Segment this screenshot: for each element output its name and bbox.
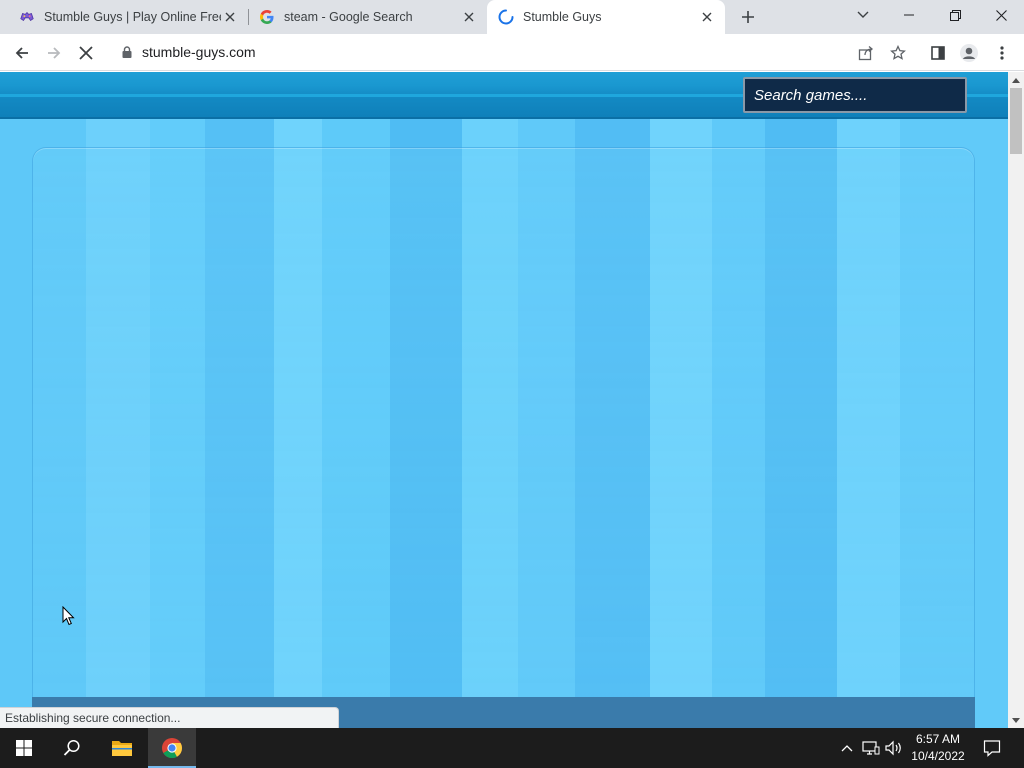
search-games-input[interactable] <box>754 79 965 111</box>
chrome-icon <box>162 738 183 759</box>
address-url[interactable]: stumble-guys.com <box>142 44 256 60</box>
stumble-guys-favicon-icon <box>19 9 35 25</box>
game-frame[interactable] <box>32 147 975 707</box>
chrome-menu-button[interactable] <box>988 39 1016 67</box>
browser-toolbar: stumble-guys.com <box>0 34 1024 71</box>
clock-time: 6:57 AM <box>915 732 961 746</box>
mouse-cursor-icon <box>62 605 76 626</box>
share-button[interactable] <box>852 39 880 67</box>
taskbar-search-button[interactable] <box>48 728 96 768</box>
bookmark-button[interactable] <box>884 39 912 67</box>
tab-title: Stumble Guys <box>523 10 602 24</box>
page-viewport <box>0 72 1008 728</box>
network-icon[interactable] <box>861 738 881 758</box>
back-arrow-icon <box>15 47 28 59</box>
minimize-button[interactable] <box>886 0 932 30</box>
back-button[interactable] <box>8 39 36 67</box>
search-icon <box>63 739 80 756</box>
loading-spinner-icon <box>498 9 514 25</box>
tab-title: steam - Google Search <box>284 10 413 24</box>
scroll-up-arrow-icon[interactable] <box>1008 72 1024 88</box>
stop-icon <box>79 46 93 60</box>
chevron-up-icon <box>841 745 853 752</box>
address-bar[interactable]: stumble-guys.com <box>108 37 918 67</box>
folder-icon <box>112 741 132 756</box>
side-panel-button[interactable] <box>924 39 952 67</box>
stop-loading-button[interactable] <box>72 39 100 67</box>
new-tab-button[interactable] <box>736 5 760 29</box>
volume-icon[interactable] <box>884 738 904 758</box>
tab-search-button[interactable] <box>840 0 886 30</box>
profile-button[interactable] <box>955 39 983 67</box>
status-bubble: Establishing secure connection... <box>0 707 339 728</box>
tab-stumble-guys-active[interactable]: Stumble Guys <box>487 0 725 34</box>
star-icon <box>890 45 906 60</box>
taskbar-clock[interactable]: 6:57 AM 10/4/2022 <box>905 730 971 766</box>
chevron-down-icon <box>857 11 869 18</box>
page-scrollbar[interactable] <box>1008 72 1024 728</box>
scroll-down-arrow-icon[interactable] <box>1008 712 1024 728</box>
share-icon <box>858 46 874 61</box>
scrollbar-thumb[interactable] <box>1010 88 1022 154</box>
more-vert-icon <box>1000 46 1004 60</box>
lock-icon[interactable] <box>120 45 134 59</box>
tab-close-icon[interactable] <box>698 8 716 26</box>
windows-taskbar: 6:57 AM 10/4/2022 <box>0 728 1024 768</box>
search-games-box[interactable] <box>743 77 967 113</box>
close-icon <box>995 9 1007 21</box>
show-hidden-icons-button[interactable] <box>837 738 857 758</box>
plus-icon <box>742 11 754 23</box>
tab-stumble-guys-play-online[interactable]: Stumble Guys | Play Online Free <box>0 0 248 34</box>
windows-logo-icon <box>16 740 32 756</box>
minimize-icon <box>904 14 914 16</box>
forward-button[interactable] <box>40 39 68 67</box>
close-window-button[interactable] <box>978 0 1024 30</box>
restore-button[interactable] <box>932 0 978 30</box>
side-panel-icon <box>931 46 945 60</box>
tab-close-icon[interactable] <box>460 8 478 26</box>
google-g-icon <box>259 9 275 25</box>
tab-title: Stumble Guys | Play Online Free <box>44 10 221 24</box>
avatar-icon <box>960 44 978 62</box>
restore-icon <box>949 9 961 21</box>
notifications-button[interactable] <box>982 738 1002 758</box>
clock-date: 10/4/2022 <box>911 749 965 763</box>
notification-icon <box>983 740 1001 757</box>
tab-close-icon[interactable] <box>221 8 239 26</box>
site-header <box>0 72 1008 119</box>
chrome-taskbar-button[interactable] <box>148 728 196 768</box>
file-explorer-button[interactable] <box>98 728 146 768</box>
start-button[interactable] <box>0 728 48 768</box>
tab-steam-google-search[interactable]: steam - Google Search <box>249 0 487 34</box>
browser-tab-strip: Stumble Guys | Play Online Free steam - … <box>0 0 1024 34</box>
forward-arrow-icon <box>48 47 61 59</box>
